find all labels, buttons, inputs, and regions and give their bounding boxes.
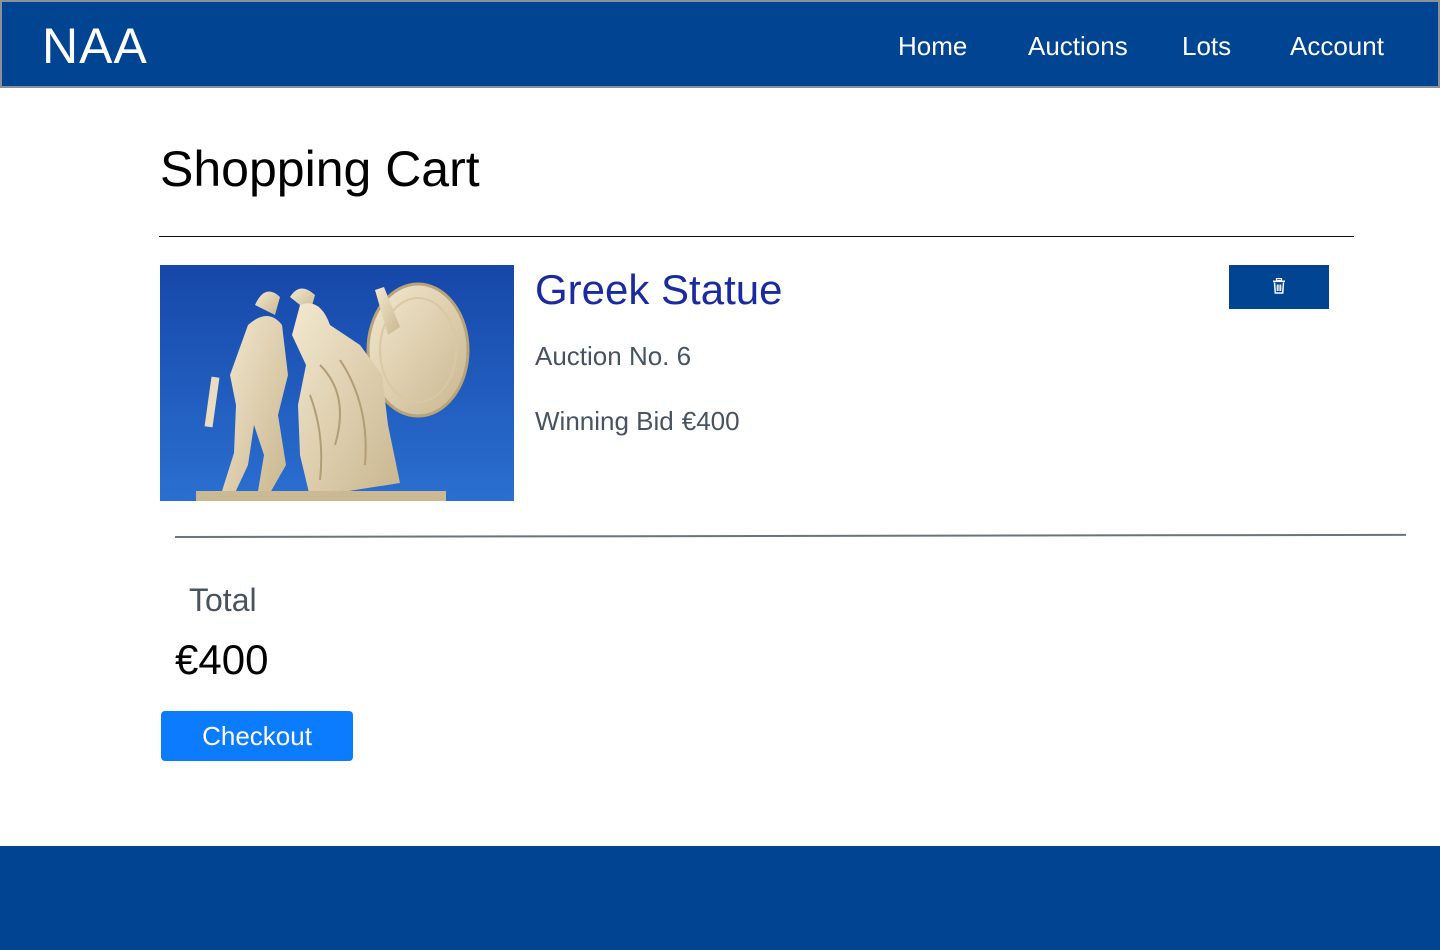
total-value: €400 — [175, 636, 269, 683]
top-navbar: NAA Home Auctions Lots Account — [0, 0, 1440, 88]
trash-icon — [1272, 277, 1286, 297]
winning-bid-label: Winning Bid — [535, 406, 674, 436]
nav-auctions[interactable]: Auctions — [1028, 26, 1128, 66]
brand-logo[interactable]: NAA — [42, 16, 148, 76]
nav-home[interactable]: Home — [898, 26, 967, 66]
statue-image[interactable] — [160, 265, 514, 501]
footer — [0, 846, 1440, 950]
checkout-button[interactable]: Checkout — [161, 711, 353, 761]
total-label: Total — [189, 582, 257, 618]
winning-bid-value: €400 — [681, 406, 740, 436]
nav-lots[interactable]: Lots — [1182, 26, 1231, 66]
nav-account[interactable]: Account — [1290, 26, 1384, 66]
remove-item-button[interactable] — [1229, 265, 1329, 309]
item-divider — [174, 533, 1406, 538]
auction-number: Auction No. 6 — [535, 341, 692, 371]
winning-bid: Winning Bid €400 — [535, 403, 740, 439]
item-title-link[interactable]: Greek Statue — [535, 264, 782, 316]
page-title: Shopping Cart — [160, 141, 480, 197]
title-divider — [159, 236, 1354, 237]
